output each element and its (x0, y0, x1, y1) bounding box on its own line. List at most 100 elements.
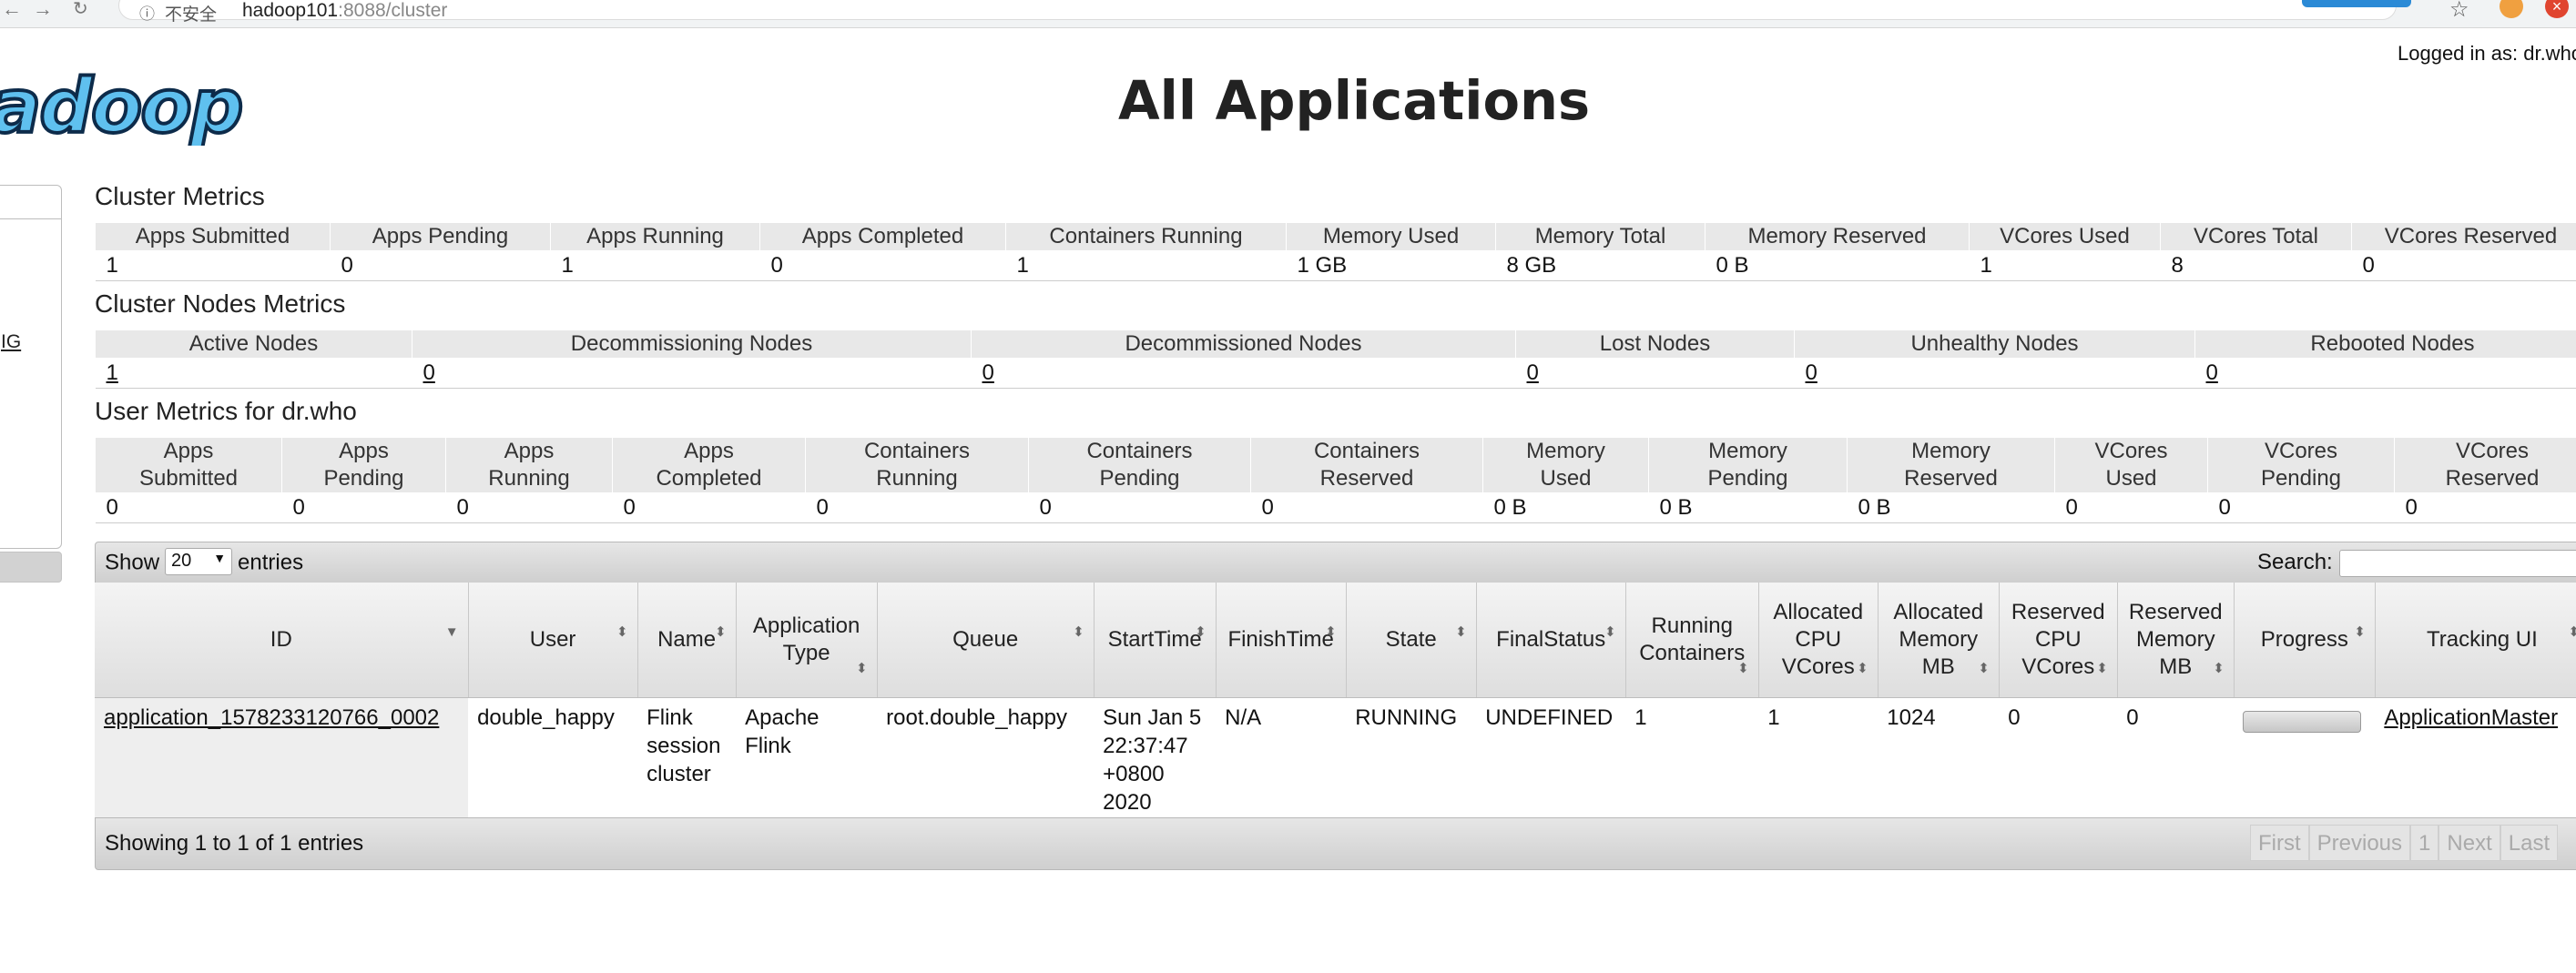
tracking-ui-cell: ApplicationMaster (2375, 697, 2576, 828)
column-header-reserved-memory-mb[interactable]: Reserved Memory MB ⬍ (2117, 583, 2235, 698)
sort-icon[interactable]: ⬍ (715, 619, 727, 646)
table-row[interactable]: application_1578233120766_0002 double_ha… (95, 697, 2576, 828)
browser-toolbar: ← → ↻ ⓘ 不安全 hadoop101:8088/cluster ☆ × (0, 0, 2576, 28)
header-line: VCores (2094, 439, 2168, 463)
header-decommissioned-nodes: Decommissioned Nodes (971, 329, 1516, 359)
running-containers-cell: 1 (1625, 697, 1759, 828)
bookmark-star-icon[interactable]: ☆ (2449, 0, 2469, 23)
url-text[interactable]: hadoop101:8088/cluster (242, 0, 447, 22)
pager-last-button[interactable]: Last (2500, 825, 2559, 861)
hadoop-logo[interactable]: adoop (0, 69, 248, 146)
decommissioning-nodes-link[interactable]: 0 (423, 360, 435, 385)
sort-icon[interactable]: ⬍ (1073, 619, 1084, 646)
page-size-select[interactable]: 20 ▼ (165, 548, 233, 575)
security-label: 不安全 (165, 5, 218, 25)
back-icon[interactable]: ← (2, 0, 22, 19)
applications-table: ID ▼ User ⬍ Name ⬍ Application Type ⬍ Queue ⬍ Start… (95, 583, 2576, 828)
nav-header[interactable] (0, 186, 61, 219)
column-header-tracking-ui[interactable]: Tracking UI ⬍ (2375, 583, 2576, 698)
reserved-memory-cell: 0 (2117, 697, 2235, 828)
sort-icon[interactable]: ⬍ (1455, 619, 1467, 646)
user-cell: double_happy (468, 697, 638, 828)
info-icon[interactable]: ⓘ (139, 1, 155, 24)
forward-icon[interactable]: → (33, 0, 53, 19)
sort-icon[interactable]: ⬍ (1195, 619, 1207, 646)
progress-bar (2243, 711, 2362, 733)
lost-nodes-link[interactable]: 0 (1527, 360, 1539, 385)
pager-first-button[interactable]: First (2250, 825, 2309, 861)
value-apps-submitted: 1 (95, 250, 331, 281)
column-header-queue[interactable]: Queue ⬍ (877, 583, 1095, 698)
column-label-line: Application (752, 613, 860, 638)
column-header-id[interactable]: ID ▼ (95, 583, 469, 698)
column-label-line: User (529, 627, 576, 652)
column-label-line: Tracking UI (2427, 627, 2538, 652)
decommissioned-nodes-link[interactable]: 0 (983, 360, 994, 385)
unhealthy-nodes-link[interactable]: 0 (1806, 360, 1817, 385)
sort-icon[interactable]: ⬍ (2096, 655, 2108, 683)
header-line: Pending (323, 466, 404, 491)
sort-icon[interactable]: ⬍ (2568, 619, 2576, 646)
header-line: Containers (1313, 439, 1420, 463)
sort-icon[interactable]: ⬍ (856, 655, 868, 683)
header-line: Memory (1708, 439, 1787, 463)
sort-icon[interactable]: ⬍ (1737, 655, 1749, 683)
value-decommissioning-nodes: 0 (412, 358, 972, 389)
header-rebooted-nodes: Rebooted Nodes (2194, 329, 2576, 359)
header-line: Pending (2260, 466, 2342, 491)
column-header-finishtime[interactable]: FinishTime ⬍ (1216, 583, 1347, 698)
sort-icon[interactable]: ⬍ (1978, 655, 1990, 683)
column-header-starttime[interactable]: StartTime ⬍ (1094, 583, 1217, 698)
column-label: Progress (2238, 626, 2371, 654)
column-header-running-containers[interactable]: Running Containers ⬍ (1625, 583, 1759, 698)
value-vcores-total: 8 (2160, 250, 2352, 281)
close-icon[interactable]: × (2545, 0, 2569, 18)
active-nodes-link[interactable]: 1 (107, 360, 118, 385)
header-line: Containers (863, 439, 971, 463)
column-label-line: Allocated (1893, 600, 1984, 624)
cluster-metrics-title: Cluster Metrics (95, 182, 265, 210)
nav-tools-header[interactable] (0, 552, 62, 583)
nav-link[interactable]: IG (1, 331, 21, 353)
column-header-finalstatus[interactable]: FinalStatus ⬍ (1476, 583, 1626, 698)
sort-icon[interactable]: ⬍ (616, 619, 628, 646)
cluster-nodes-metrics-table: Active Nodes Decommissioning Nodes Decommi… (95, 329, 2576, 389)
sort-icon[interactable]: ⬍ (2213, 655, 2225, 683)
column-header-application-type[interactable]: Application Type ⬍ (736, 583, 878, 698)
column-header-name[interactable]: Name ⬍ (637, 583, 737, 698)
column-header-user[interactable]: User ⬍ (468, 583, 638, 698)
search-input[interactable] (2339, 550, 2576, 577)
rebooted-nodes-link[interactable]: 0 (2206, 360, 2218, 385)
app-id-link[interactable]: application_1578233120766_0002 (104, 705, 439, 730)
value-active-nodes: 1 (95, 358, 412, 389)
reload-icon[interactable]: ↻ (73, 0, 88, 18)
column-header-allocated-cpu-vcores[interactable]: Allocated CPU VCores ⬍ (1758, 583, 1879, 698)
value-apps-submitted: 0 (95, 492, 282, 523)
header-containers-running: Containers Running (1005, 222, 1287, 251)
sort-icon[interactable]: ⬍ (2354, 619, 2366, 646)
header-apps-submitted: Apps Submitted (95, 437, 282, 493)
header-line: Apps (504, 439, 555, 463)
column-header-state[interactable]: State ⬍ (1346, 583, 1477, 698)
pager-page-1-button[interactable]: 1 (2410, 825, 2439, 861)
sort-icon[interactable]: ⬍ (1325, 619, 1337, 646)
app-id-cell: application_1578233120766_0002 (95, 697, 469, 828)
value-apps-running: 1 (550, 250, 760, 281)
pager-previous-button[interactable]: Previous (2308, 825, 2411, 861)
sort-desc-icon[interactable]: ▼ (445, 619, 459, 646)
value-vcores-pending: 0 (2207, 492, 2395, 523)
profile-avatar-icon[interactable] (2500, 0, 2523, 18)
sort-icon[interactable]: ⬍ (1857, 655, 1868, 683)
column-label-line: Queue (952, 627, 1019, 652)
allocated-vcores-cell: 1 (1758, 697, 1879, 828)
column-header-progress[interactable]: Progress ⬍ (2234, 583, 2376, 698)
column-header-allocated-memory-mb[interactable]: Allocated Memory MB ⬍ (1878, 583, 2000, 698)
column-label-line: Progress (2260, 627, 2348, 652)
column-header-reserved-cpu-vcores[interactable]: Reserved CPU VCores ⬍ (1999, 583, 2118, 698)
tracking-ui-link[interactable]: ApplicationMaster (2384, 705, 2558, 730)
pager-next-button[interactable]: Next (2439, 825, 2500, 861)
value-rebooted-nodes: 0 (2194, 358, 2576, 389)
address-bar[interactable]: ⓘ 不安全 hadoop101:8088/cluster (118, 0, 2397, 25)
sort-icon[interactable]: ⬍ (1604, 619, 1616, 646)
extension-icon[interactable] (2302, 0, 2411, 7)
